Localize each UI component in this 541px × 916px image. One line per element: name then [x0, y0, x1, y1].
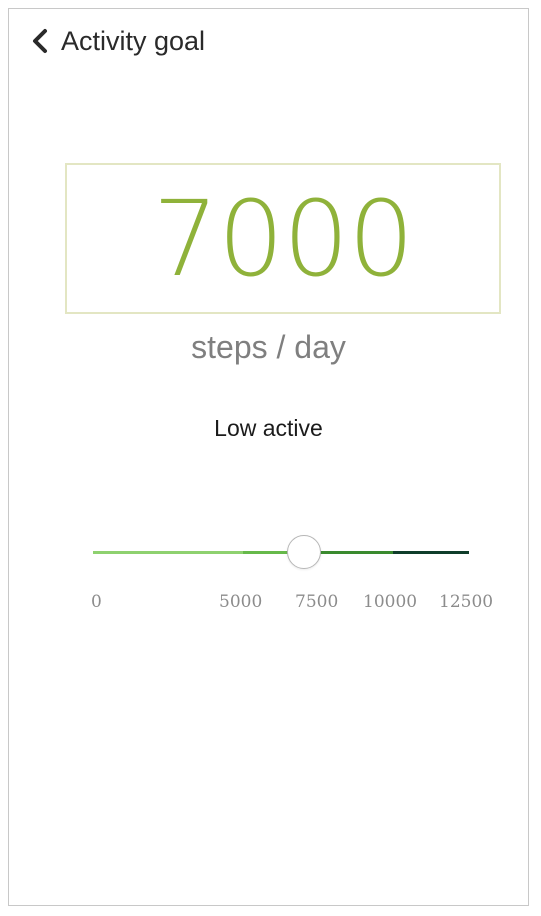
app-header: Activity goal: [9, 9, 528, 75]
tick-label-0: 0: [91, 592, 102, 612]
back-button[interactable]: [27, 25, 53, 57]
tick-label-12500: 12500: [439, 592, 494, 612]
slider-segment-very-active: [393, 551, 469, 554]
tick-label-5000: 5000: [219, 592, 263, 612]
chevron-left-icon: [33, 29, 47, 53]
goal-value: 7000: [152, 177, 415, 300]
goal-value-box[interactable]: 7000: [65, 163, 501, 314]
slider-thumb[interactable]: [286, 535, 321, 569]
app-screen: Activity goal 7000 steps / day Low activ…: [8, 8, 529, 906]
page-title: Activity goal: [61, 26, 206, 56]
goal-slider[interactable]: [93, 535, 469, 569]
slider-segment-low: [93, 551, 243, 554]
tick-label-7500: 7500: [295, 592, 339, 612]
tick-label-10000: 10000: [363, 592, 418, 612]
slider-segment-active: [318, 551, 393, 554]
goal-unit-label: steps / day: [191, 329, 346, 365]
activity-level-label: Low active: [214, 415, 323, 441]
